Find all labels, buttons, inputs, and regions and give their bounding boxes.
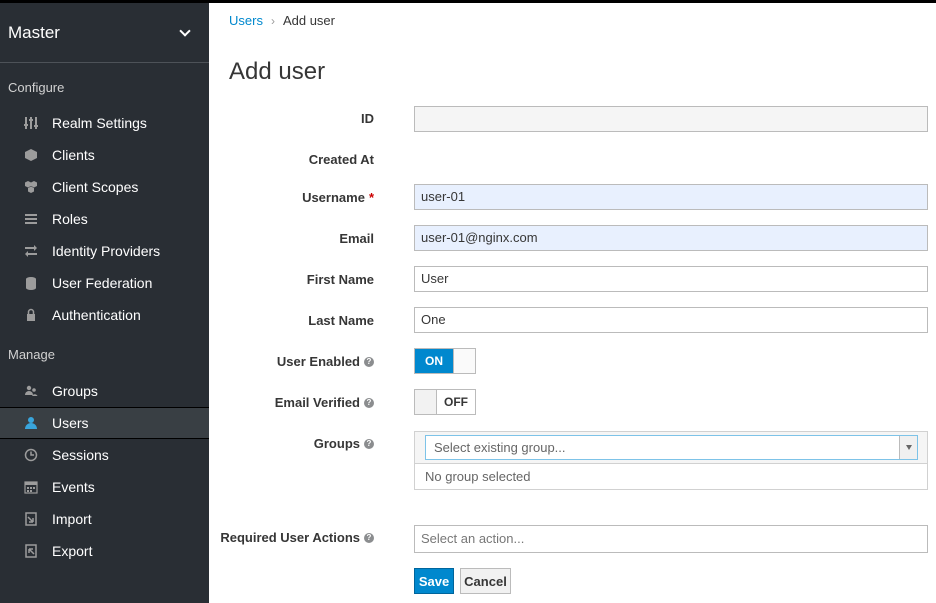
required-actions-label: Required User Actions? (220, 530, 374, 545)
exchange-icon (24, 244, 38, 258)
realm-selector[interactable]: Master (0, 3, 209, 63)
no-group-selected: No group selected (415, 463, 927, 489)
breadcrumb-separator: › (270, 13, 275, 28)
help-icon[interactable]: ? (364, 356, 374, 367)
import-icon (24, 512, 38, 526)
id-label: ID (361, 111, 374, 126)
sidebar-item-groups[interactable]: Groups (0, 375, 209, 407)
lock-icon (24, 308, 38, 322)
username-label-text: Username (302, 190, 365, 205)
last-name-label: Last Name (308, 313, 374, 328)
sidebar-item-roles[interactable]: Roles (0, 203, 209, 235)
sidebar: Master Configure Realm Settings Clients … (0, 3, 209, 603)
sidebar-item-label: Sessions (52, 447, 109, 463)
last-name-field[interactable]: One (414, 307, 928, 333)
breadcrumb: Users › Add user (229, 13, 335, 28)
user-enabled-toggle[interactable]: ON (414, 348, 476, 374)
toggle-off-label: OFF (444, 395, 468, 409)
list-icon (24, 212, 38, 226)
sidebar-item-identity-providers[interactable]: Identity Providers (0, 235, 209, 267)
database-icon (24, 276, 38, 290)
sidebar-item-label: Users (52, 415, 89, 431)
toggle-knob (453, 349, 475, 373)
manage-section-title: Manage (8, 347, 55, 362)
toggle-knob (415, 390, 437, 414)
cancel-button[interactable]: Cancel (460, 568, 511, 594)
breadcrumb-users-link[interactable]: Users (229, 13, 263, 28)
username-label: Username * (302, 190, 374, 205)
sidebar-item-label: Groups (52, 383, 98, 399)
dropdown-caret-icon[interactable] (899, 436, 917, 459)
clock-icon (24, 448, 38, 462)
email-verified-toggle[interactable]: OFF (414, 389, 476, 415)
group-select[interactable]: Select existing group... (425, 435, 918, 460)
id-label-text: ID (361, 111, 374, 126)
username-field[interactable]: user-01 (414, 184, 928, 210)
page-title: Add user (229, 58, 326, 85)
sidebar-item-users[interactable]: Users (0, 407, 209, 439)
realm-name: Master (8, 22, 60, 42)
sidebar-item-label: Identity Providers (52, 243, 161, 259)
user-icon (24, 416, 38, 430)
sidebar-item-events[interactable]: Events (0, 471, 209, 503)
sidebar-item-label: Realm Settings (52, 115, 147, 131)
chevron-down-icon (179, 24, 191, 37)
help-icon[interactable]: ? (364, 397, 374, 408)
sidebar-item-label: Client Scopes (52, 179, 139, 195)
sidebar-item-label: Roles (52, 211, 88, 227)
sidebar-item-import[interactable]: Import (0, 503, 209, 535)
sliders-icon (24, 116, 38, 130)
cubes-icon (24, 180, 38, 194)
sidebar-item-label: Authentication (52, 307, 141, 323)
save-button[interactable]: Save (414, 568, 454, 594)
sidebar-item-authentication[interactable]: Authentication (0, 299, 209, 331)
last-name-label-text: Last Name (308, 313, 374, 328)
sidebar-item-sessions[interactable]: Sessions (0, 439, 209, 471)
sidebar-item-clients[interactable]: Clients (0, 139, 209, 171)
sidebar-item-label: Clients (52, 147, 95, 163)
required-marker: * (368, 190, 374, 205)
toggle-on-label: ON (415, 349, 453, 373)
sidebar-item-label: User Federation (52, 275, 153, 291)
users-icon (24, 384, 38, 398)
user-enabled-label: User Enabled? (277, 354, 374, 369)
sidebar-item-export[interactable]: Export (0, 535, 209, 567)
sidebar-item-label: Events (52, 479, 95, 495)
sidebar-item-label: Import (52, 511, 92, 527)
configure-section-title: Configure (8, 80, 65, 95)
sidebar-item-client-scopes[interactable]: Client Scopes (0, 171, 209, 203)
main-content: Users › Add user Add user ID Created At … (209, 3, 936, 603)
required-actions-select[interactable]: Select an action... (414, 525, 928, 553)
id-field[interactable] (414, 106, 928, 132)
created-at-label: Created At (309, 152, 374, 167)
sidebar-item-user-federation[interactable]: User Federation (0, 267, 209, 299)
sidebar-item-realm-settings[interactable]: Realm Settings (0, 107, 209, 139)
first-name-label-text: First Name (306, 272, 374, 287)
first-name-label: First Name (307, 272, 374, 287)
created-at-label-text: Created At (308, 152, 374, 167)
group-select-placeholder: Select existing group... (434, 440, 566, 455)
email-label-text: Email (339, 231, 374, 246)
breadcrumb-current: Add user (282, 13, 335, 28)
groups-label: Groups? (314, 436, 374, 451)
email-field[interactable]: user-01@nginx.com (414, 225, 928, 251)
email-verified-label: Email Verified? (275, 395, 374, 410)
first-name-field[interactable]: User (414, 266, 928, 292)
email-label: Email (339, 231, 374, 246)
sidebar-item-label: Export (52, 543, 93, 559)
groups-box: Select existing group... No group select… (414, 431, 928, 490)
user-enabled-label-text: User Enabled (276, 354, 360, 369)
email-verified-label-text: Email Verified (274, 395, 360, 410)
groups-label-text: Groups (313, 436, 360, 451)
cube-icon (24, 148, 38, 162)
export-icon (24, 544, 38, 558)
required-actions-label-text: Required User Actions (220, 530, 360, 545)
help-icon[interactable]: ? (364, 532, 374, 543)
calendar-icon (24, 480, 38, 494)
help-icon[interactable]: ? (364, 438, 374, 449)
